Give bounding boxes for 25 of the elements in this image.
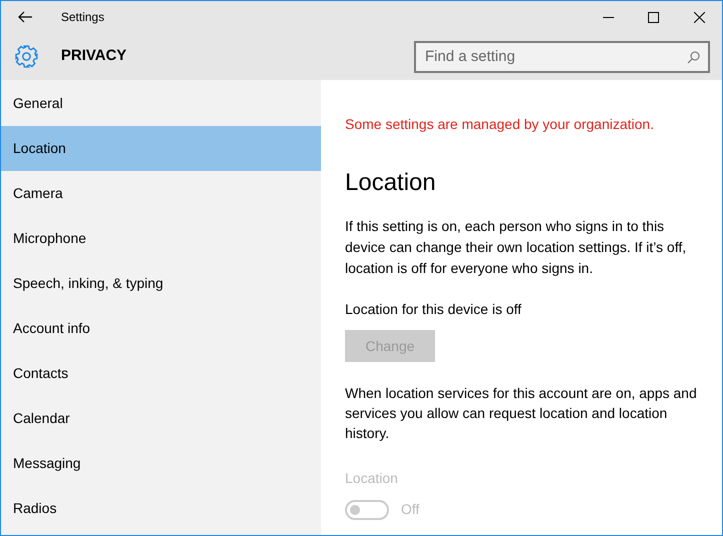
window-title: Settings [61, 9, 104, 26]
toggle-label: Location [345, 469, 399, 488]
sidebar-item[interactable]: Calendar [1, 396, 321, 441]
sidebar-item[interactable]: General [1, 81, 321, 126]
toggle-state-text: Off [401, 500, 420, 519]
sidebar-item[interactable]: Account info [1, 306, 321, 351]
sidebar-item[interactable]: Contacts [1, 351, 321, 396]
section-heading: Location [345, 168, 437, 198]
notice-text: Some settings are managed by your organization. [345, 115, 655, 134]
description-text: When location services for this account are on, apps and services you allow can request location and location history. [345, 384, 698, 443]
page-title: PRIVACY [61, 46, 127, 66]
settings-icon [14, 44, 39, 69]
search-field[interactable]: Find a setting [414, 40, 710, 72]
sidebar-item[interactable]: Location [1, 126, 321, 171]
back-icon[interactable] [18, 11, 33, 23]
sidebar-item[interactable]: Radios [1, 486, 321, 531]
status-text: Location for this device is off [345, 300, 522, 319]
search-icon[interactable] [687, 50, 700, 64]
description-text: If this setting is on, each person who signs in to this device can change their own location settings. If it’s off, location is off for everyone who signs in. [345, 217, 688, 278]
close-icon[interactable] [694, 12, 705, 22]
maximize-icon[interactable] [648, 12, 659, 22]
sidebar-item[interactable]: Messaging [1, 441, 321, 486]
sidebar-item[interactable]: Speech, inking, & typing [1, 261, 321, 306]
sidebar-item[interactable]: Camera [1, 171, 321, 216]
sidebar-item[interactable]: Microphone [1, 216, 321, 261]
